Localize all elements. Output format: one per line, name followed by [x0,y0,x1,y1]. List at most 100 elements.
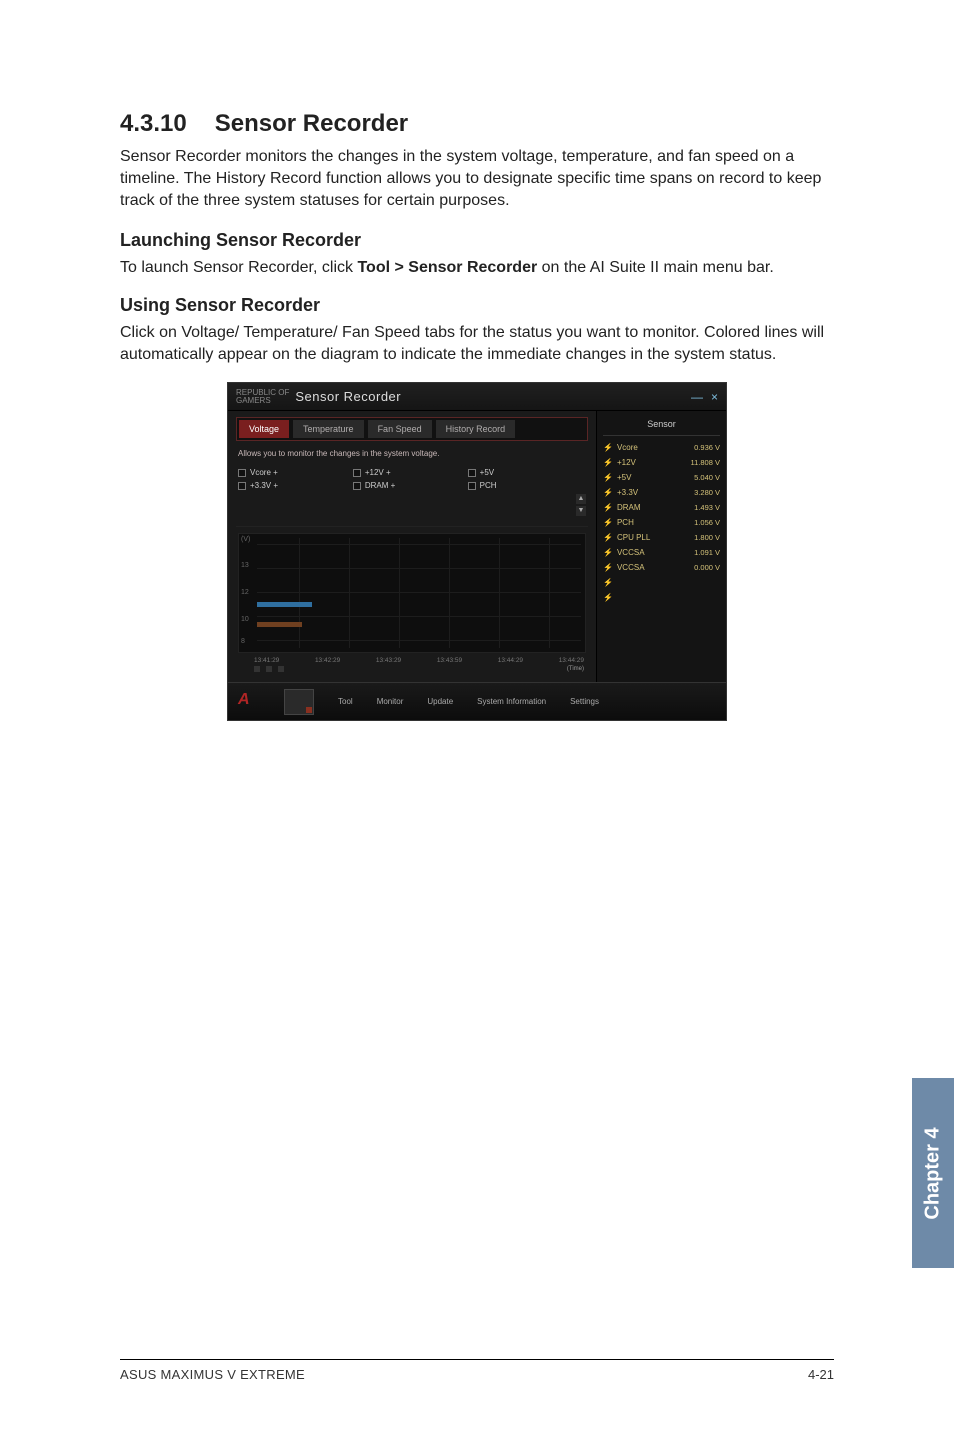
sensor-row: ⚡VCCSA1.091 V [603,545,720,560]
plug-icon: ⚡ [603,533,613,542]
sensor-row: ⚡VCCSA0.000 V [603,560,720,575]
sensor-value: 1.493 V [694,503,720,512]
sensor-row: ⚡+3.3V3.280 V [603,485,720,500]
sensor-name: VCCSA [617,563,694,572]
launching-heading: Launching Sensor Recorder [120,230,834,251]
bottom-sysinfo-button[interactable]: System Information [477,697,546,706]
sensor-name: +3.3V [617,488,694,497]
sensor-row: ⚡ DRAM1.493 V [603,500,720,515]
voltage-checks: Vcore + +12V + +5V +3.3V + DRAM + PCH ▲ … [236,464,588,527]
check-label: +3.3V + [250,481,278,490]
plug-icon: ⚡ [603,443,613,452]
bottom-toolbar: A Tool Monitor Update System Information… [228,682,726,720]
check-5v[interactable]: +5V [468,468,583,477]
minimize-button[interactable]: — [691,390,703,404]
tab-hint: Allows you to monitor the changes in the… [238,449,588,458]
section-number: 4.3.10 [120,110,187,138]
check-label: +5V [480,468,494,477]
scroll-down-button[interactable]: ▼ [576,506,586,516]
check-12v[interactable]: +12V + [353,468,468,477]
check-3v[interactable]: +3.3V + [238,481,353,490]
time-label: 13:42:29 [315,657,340,664]
tab-voltage[interactable]: Voltage [239,420,289,438]
sensor-name: Vcore [617,443,694,452]
chapter-tab: Chapter 4 [912,1078,954,1268]
plug-icon: ⚡ [603,458,613,467]
bottom-tool-button[interactable]: Tool [338,697,353,706]
plot-area: (V) 13 12 10 8 [238,533,586,653]
timeline-tick[interactable] [278,666,284,672]
brand-line-2: GAMERS [236,397,289,405]
sensor-name: DRAM [617,503,694,512]
tab-fan-speed[interactable]: Fan Speed [368,420,432,438]
sensor-value: 5.040 V [694,473,720,482]
sensor-value: 1.056 V [694,518,720,527]
sensor-name: VCCSA [617,548,694,557]
time-label: 13:44:29 [559,657,584,664]
sensor-value: 0.000 V [694,563,720,572]
close-button[interactable]: × [711,390,718,404]
sensor-row: ⚡ Vcore0.936 V [603,440,720,455]
section-heading: 4.3.10 Sensor Recorder [120,110,834,138]
using-heading: Using Sensor Recorder [120,295,834,316]
sensor-name: +12V [617,458,691,467]
tab-bar: Voltage Temperature Fan Speed History Re… [236,417,588,441]
time-label: 13:43:29 [376,657,401,664]
intro-paragraph: Sensor Recorder monitors the changes in … [120,146,834,212]
tab-history-record[interactable]: History Record [436,420,516,438]
y-axis-unit: (V) [241,536,250,543]
bottom-settings-button[interactable]: Settings [570,697,599,706]
launch-bold: Tool > Sensor Recorder [357,259,537,276]
rog-brand: REPUBLIC OF GAMERS [236,389,295,405]
plug-icon: ⚡ [603,503,613,512]
time-axis-tag: (Time) [567,666,584,672]
sensor-row-inactive: ⚡ [603,590,720,605]
section-title-text: Sensor Recorder [215,110,408,137]
sensor-panel: Sensor ⚡ Vcore0.936 V ⚡ +12V11.808 V ⚡+5V5… [596,411,726,682]
scroll-up-button[interactable]: ▲ [576,494,586,504]
check-label: +12V + [365,468,391,477]
check-label: Vcore + [250,468,278,477]
launch-post: on the AI Suite II main menu bar. [537,259,774,276]
window-title: Sensor Recorder [295,389,401,404]
y-label: 12 [241,589,249,596]
plug-icon: ⚡ [603,593,613,602]
y-label: 13 [241,562,249,569]
check-dram[interactable]: DRAM + [353,481,468,490]
sensor-row-inactive: ⚡ [603,575,720,590]
plug-icon: ⚡ [603,473,613,482]
plug-icon: ⚡ [603,578,613,587]
sensor-row: ⚡PCH1.056 V [603,515,720,530]
check-label: PCH [480,481,497,490]
sensor-recorder-screenshot: REPUBLIC OF GAMERS Sensor Recorder — × V… [227,382,727,721]
using-text: Click on Voltage/ Temperature/ Fan Speed… [120,322,834,366]
chapter-tab-label: Chapter 4 [922,1127,945,1219]
sensor-name: CPU PLL [617,533,694,542]
time-label: 13:44:29 [498,657,523,664]
y-label: 8 [241,638,245,645]
check-label: DRAM + [365,481,395,490]
page-footer: ASUS MAXIMUS V EXTREME 4-21 [120,1359,834,1382]
sensor-value: 11.808 V [691,458,720,467]
timeline-tick[interactable] [266,666,272,672]
time-label: 13:41:29 [254,657,279,664]
bottom-update-button[interactable]: Update [427,697,453,706]
footer-product: ASUS MAXIMUS V EXTREME [120,1367,305,1382]
check-pch[interactable]: PCH [468,481,583,490]
footer-page-number: 4-21 [808,1367,834,1382]
check-vcore[interactable]: Vcore + [238,468,353,477]
tab-temperature[interactable]: Temperature [293,420,364,438]
timeline-tick[interactable] [254,666,260,672]
x-axis-labels: 13:41:29 13:42:29 13:43:29 13:43:59 13:4… [236,657,588,664]
window-titlebar: REPUBLIC OF GAMERS Sensor Recorder — × [228,383,726,411]
bottom-monitor-button[interactable]: Monitor [377,697,404,706]
plug-icon: ⚡ [603,488,613,497]
sensor-row: ⚡+5V5.040 V [603,470,720,485]
launch-pre: To launch Sensor Recorder, click [120,259,357,276]
sensor-value: 1.091 V [694,548,720,557]
sensor-value: 0.936 V [694,443,720,452]
sensor-panel-header: Sensor [603,417,720,436]
sensor-row: ⚡ CPU PLL1.800 V [603,530,720,545]
plot-line-2 [257,622,302,627]
sensor-value: 1.800 V [694,533,720,542]
